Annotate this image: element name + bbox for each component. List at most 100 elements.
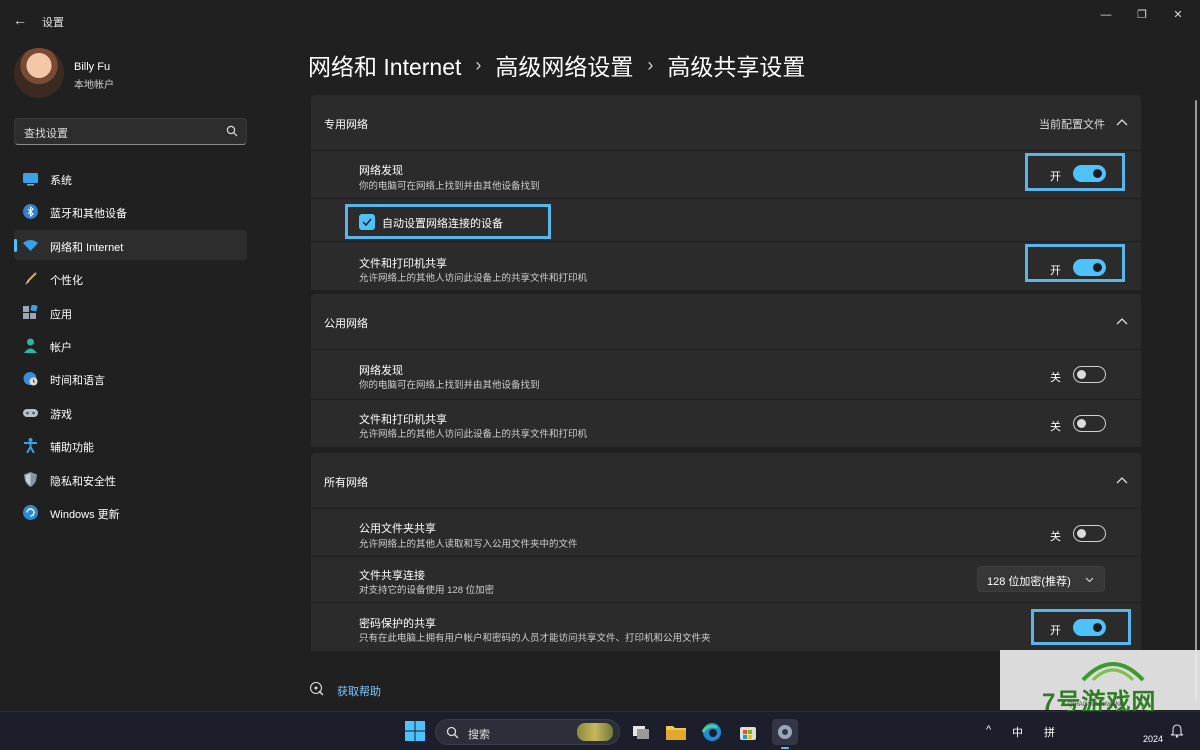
sidebar-item-accounts[interactable]: 帐户 bbox=[14, 330, 247, 360]
file-explorer-button[interactable] bbox=[663, 719, 689, 745]
ime-mode-indicator[interactable]: 中 bbox=[1012, 724, 1023, 740]
file-sharing-row: 文件共享连接 对支持它的设备使用 128 位加密 128 位加密(推荐) bbox=[311, 556, 1141, 602]
back-button[interactable]: ← bbox=[10, 10, 30, 30]
sidebar-item-system[interactable]: 系统 bbox=[14, 163, 247, 193]
edge-button[interactable] bbox=[699, 719, 725, 745]
title-bar: ← 设置 — ❐ ✕ bbox=[0, 0, 1200, 40]
password-sharing-row: 密码保护的共享 只有在此电脑上拥有用户帐户和密码的人员才能访问共享文件、打印机和… bbox=[311, 602, 1141, 651]
private-network-section: 专用网络 当前配置文件 网络发现 你的电脑可在网络上找到并由其他设备找到 开 自… bbox=[311, 95, 1141, 290]
toggle-switch[interactable] bbox=[1073, 415, 1106, 432]
account-type: 本地帐户 bbox=[74, 80, 114, 91]
breadcrumb: 网络和 Internet › 高级网络设置 › 高级共享设置 bbox=[308, 48, 805, 82]
maximize-button[interactable]: ❐ bbox=[1124, 6, 1160, 24]
section-title: 所有网络 bbox=[324, 477, 368, 489]
setting-title: 文件和打印机共享 bbox=[359, 258, 447, 270]
breadcrumb-advanced-network[interactable]: 高级网络设置 bbox=[495, 48, 633, 82]
ime-pinyin-indicator[interactable]: 拼 bbox=[1044, 724, 1055, 740]
notification-bell-icon[interactable] bbox=[1170, 724, 1184, 738]
setting-description: 允许网络上的其他人访问此设备上的共享文件和打印机 bbox=[359, 273, 588, 284]
public-folder-row: 公用文件夹共享 允许网络上的其他人读取和写入公用文件夹中的文件 关 bbox=[311, 508, 1141, 556]
avatar bbox=[14, 48, 64, 98]
public-network-header[interactable]: 公用网络 bbox=[311, 294, 1141, 349]
update-icon bbox=[23, 504, 38, 520]
gear-icon bbox=[778, 725, 792, 739]
help-chat-icon bbox=[310, 682, 324, 696]
all-networks-section: 所有网络 公用文件夹共享 允许网络上的其他人读取和写入公用文件夹中的文件 关 文… bbox=[311, 453, 1141, 651]
folder-icon bbox=[666, 726, 686, 740]
private-network-header[interactable]: 专用网络 当前配置文件 bbox=[311, 95, 1141, 150]
sidebar-item-bluetooth[interactable]: 蓝牙和其他设备 bbox=[14, 196, 247, 226]
sidebar-item-label: 应用 bbox=[50, 308, 72, 321]
setting-title: 网络发现 bbox=[359, 165, 403, 177]
scrollbar[interactable] bbox=[1195, 100, 1197, 700]
public-file-printer-row: 文件和打印机共享 允许网络上的其他人访问此设备上的共享文件和打印机 关 bbox=[311, 399, 1141, 447]
sidebar-item-apps[interactable]: 应用 bbox=[14, 297, 247, 327]
setting-description: 对支持它的设备使用 128 位加密 bbox=[359, 585, 495, 596]
store-button[interactable] bbox=[735, 719, 761, 745]
sidebar-item-time-language[interactable]: 时间和语言 bbox=[14, 363, 247, 393]
toggle-switch[interactable] bbox=[1073, 525, 1106, 542]
clock-year: 2024 bbox=[1143, 734, 1164, 744]
section-title: 公用网络 bbox=[324, 318, 368, 330]
globe-clock-icon bbox=[23, 372, 38, 386]
gamepad-icon bbox=[23, 408, 38, 417]
sidebar-item-label: 辅助功能 bbox=[50, 442, 94, 455]
sidebar-item-windows-update[interactable]: Windows 更新 bbox=[14, 497, 247, 527]
page-title: 高级共享设置 bbox=[667, 54, 806, 80]
toggle-switch[interactable] bbox=[1073, 366, 1106, 383]
sidebar-item-personalization[interactable]: 个性化 bbox=[14, 263, 247, 293]
sidebar-nav: 系统 蓝牙和其他设备 网络和 Internet 个性化 应用 帐户 时间和语言 … bbox=[14, 163, 247, 530]
settings-app-button[interactable] bbox=[772, 719, 798, 749]
task-view-button[interactable] bbox=[628, 719, 654, 745]
help-label: 获取帮助 bbox=[337, 686, 381, 698]
breadcrumb-separator: › bbox=[647, 54, 654, 75]
setting-description: 你的电脑可在网络上找到并由其他设备找到 bbox=[359, 380, 540, 391]
search-icon bbox=[446, 726, 459, 739]
setting-description: 允许网络上的其他人访问此设备上的共享文件和打印机 bbox=[359, 429, 588, 440]
taskbar-search-box[interactable]: 搜索 bbox=[435, 719, 620, 745]
sidebar-item-gaming[interactable]: 游戏 bbox=[14, 397, 247, 427]
windows-start-icon[interactable] bbox=[405, 721, 425, 741]
sidebar-item-accessibility[interactable]: 辅助功能 bbox=[14, 430, 247, 460]
all-networks-header[interactable]: 所有网络 bbox=[311, 453, 1141, 508]
sidebar-item-label: 网络和 Internet bbox=[50, 241, 124, 254]
tray-overflow-caret[interactable]: ^ bbox=[986, 724, 991, 736]
accessibility-icon bbox=[24, 438, 37, 454]
breadcrumb-network[interactable]: 网络和 Internet bbox=[308, 48, 461, 82]
wifi-icon bbox=[23, 239, 38, 251]
settings-search-input[interactable]: 查找设置 bbox=[14, 118, 247, 145]
search-highlight-image bbox=[577, 723, 613, 741]
sidebar-item-network[interactable]: 网络和 Internet bbox=[14, 229, 247, 260]
public-discovery-row: 网络发现 你的电脑可在网络上找到并由其他设备找到 关 bbox=[311, 349, 1141, 399]
shield-icon bbox=[24, 471, 37, 487]
taskbar-search-label: 搜索 bbox=[468, 729, 490, 741]
private-file-printer-row: 文件和打印机共享 允许网络上的其他人访问此设备上的共享文件和打印机 开 bbox=[311, 241, 1141, 290]
brush-icon bbox=[25, 272, 37, 286]
public-network-section: 公用网络 网络发现 你的电脑可在网络上找到并由其他设备找到 关 文件和打印机共享… bbox=[311, 294, 1141, 447]
sidebar-item-privacy[interactable]: 隐私和安全性 bbox=[14, 464, 247, 494]
public-discovery-toggle[interactable]: 关 bbox=[1050, 366, 1106, 386]
edge-browser-icon bbox=[701, 723, 721, 741]
main-content: 专用网络 当前配置文件 网络发现 你的电脑可在网络上找到并由其他设备找到 开 自… bbox=[311, 95, 1141, 653]
sidebar-item-label: 系统 bbox=[50, 175, 72, 187]
chevron-down-icon bbox=[1085, 577, 1094, 583]
sidebar-item-label: 帐户 bbox=[50, 341, 72, 354]
sidebar-item-label: 隐私和安全性 bbox=[50, 475, 116, 488]
encryption-dropdown[interactable]: 128 位加密(推荐) bbox=[977, 566, 1105, 592]
setting-description: 允许网络上的其他人读取和写入公用文件夹中的文件 bbox=[359, 539, 578, 550]
minimize-button[interactable]: — bbox=[1088, 6, 1124, 24]
toggle-state-label: 关 bbox=[1050, 531, 1061, 543]
app-title: 设置 bbox=[42, 17, 64, 29]
close-button[interactable]: ✕ bbox=[1160, 6, 1196, 24]
private-discovery-row: 网络发现 你的电脑可在网络上找到并由其他设备找到 开 bbox=[311, 150, 1141, 198]
public-file-printer-toggle[interactable]: 关 bbox=[1050, 415, 1106, 435]
breadcrumb-separator: › bbox=[475, 54, 482, 75]
chevron-up-icon bbox=[1116, 477, 1128, 484]
sidebar-item-label: 游戏 bbox=[50, 408, 72, 421]
highlight-box bbox=[1025, 244, 1125, 282]
dropdown-value: 128 位加密(推荐) bbox=[987, 576, 1071, 588]
sidebar-item-label: 个性化 bbox=[50, 275, 83, 288]
chevron-up-icon bbox=[1116, 119, 1128, 126]
public-folder-toggle[interactable]: 关 bbox=[1050, 525, 1106, 545]
store-icon bbox=[740, 727, 756, 740]
